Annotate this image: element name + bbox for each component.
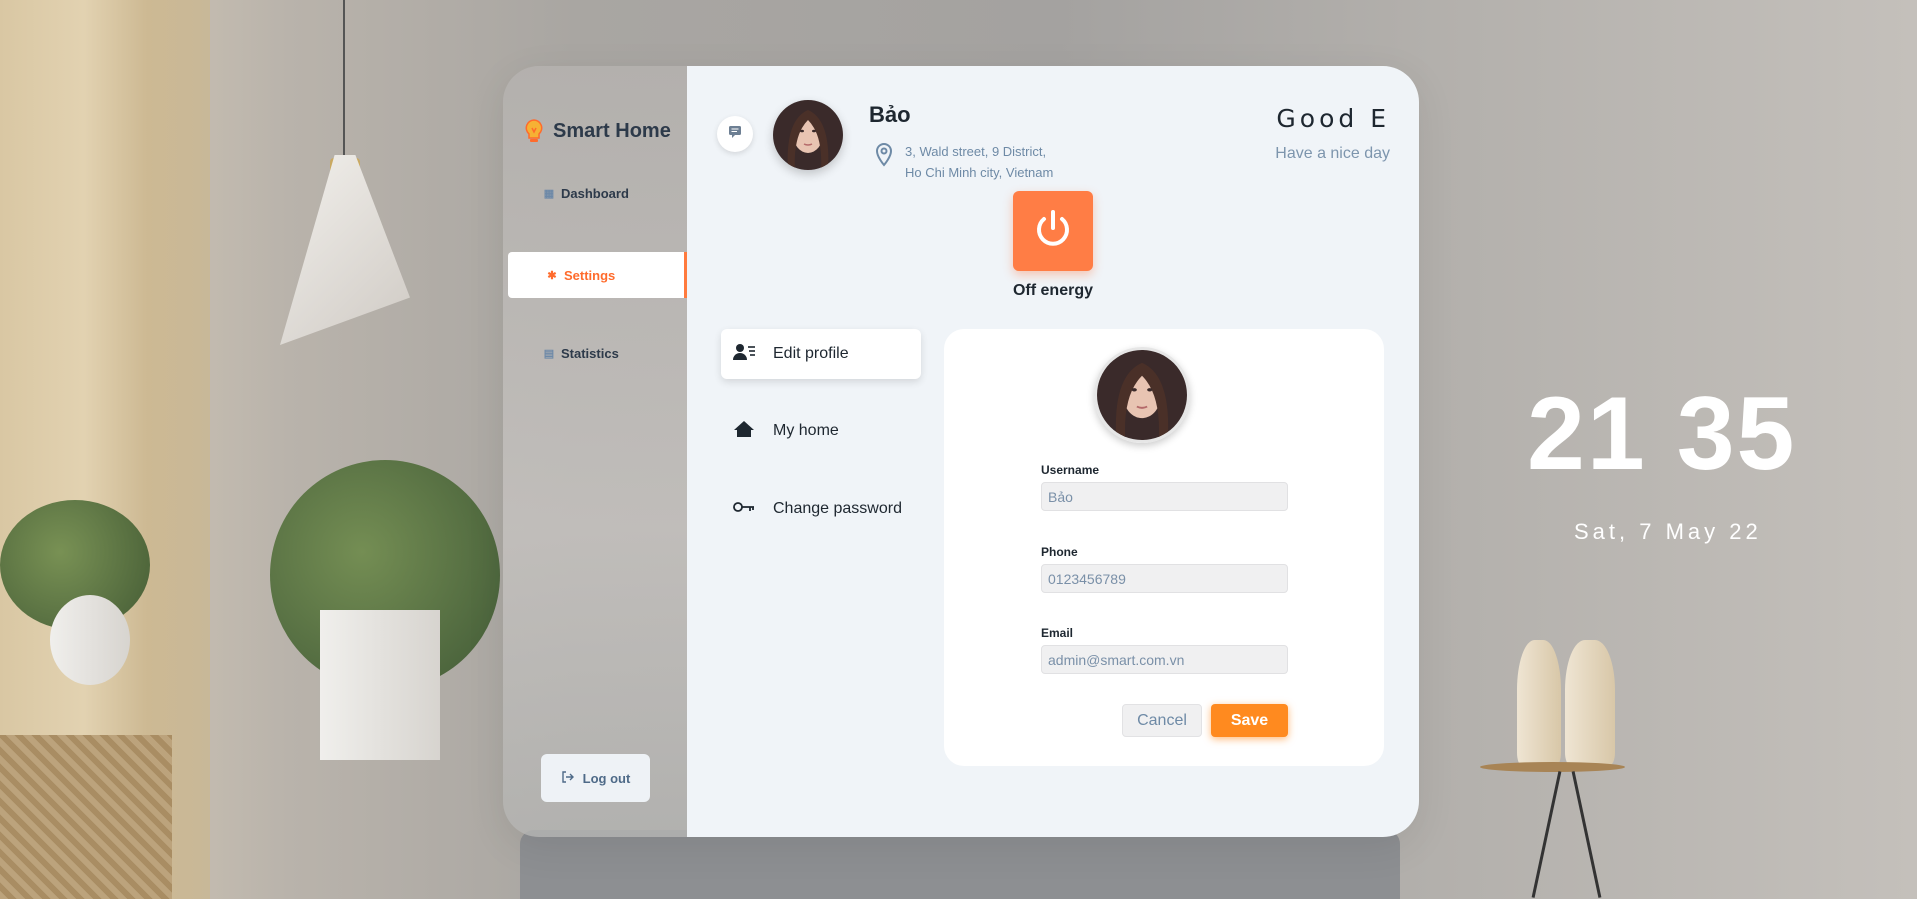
chat-icon (728, 125, 742, 144)
menu-item-label: Edit profile (773, 345, 849, 362)
user-name: Bảo (869, 102, 911, 127)
username-label: Username (1041, 463, 1100, 477)
logout-icon (561, 770, 575, 787)
background-vase-2 (1565, 640, 1615, 765)
username-field[interactable] (1041, 482, 1288, 511)
background-pot-center (320, 610, 440, 760)
grid-icon: ▦ (543, 188, 555, 200)
app-window: Smart Home ▦ Dashboard ✱ Settings ▤ Stat… (503, 66, 1419, 837)
background-table-leg (1531, 771, 1562, 898)
address-line: Ho Chi Minh city, Vietnam (905, 165, 1054, 180)
brand-name: Smart Home (553, 119, 671, 142)
bulb-icon (523, 118, 545, 144)
chart-icon: ▤ (543, 348, 555, 360)
background-sofa (520, 830, 1400, 899)
power-button[interactable] (1013, 191, 1093, 271)
sidebar: Smart Home ▦ Dashboard ✱ Settings ▤ Stat… (503, 66, 687, 837)
menu-change-password[interactable]: Change password (721, 484, 921, 534)
save-button[interactable]: Save (1211, 704, 1288, 737)
phone-field[interactable] (1041, 564, 1288, 593)
menu-item-label: Change password (773, 500, 902, 517)
gear-icon: ✱ (547, 269, 557, 282)
sidebar-item-settings[interactable]: ✱ Settings (508, 252, 687, 298)
chat-button[interactable] (717, 116, 753, 152)
menu-item-label: My home (773, 422, 839, 439)
background-table-leg (1571, 771, 1602, 898)
logout-label: Log out (582, 770, 631, 786)
background-lamp-cord (343, 0, 345, 160)
user-list-icon (733, 343, 755, 366)
background-basket (0, 735, 172, 899)
edit-profile-form: Username Phone Email Cancel Save (944, 329, 1384, 766)
brand[interactable]: Smart Home (523, 118, 671, 144)
sidebar-item-label: Settings (564, 267, 616, 283)
sidebar-item-label: Statistics (561, 346, 619, 361)
cancel-button[interactable]: Cancel (1122, 704, 1202, 737)
email-field[interactable] (1041, 645, 1288, 674)
clock-date: Sat, 7 May 22 (1574, 519, 1762, 544)
sidebar-item-dashboard[interactable]: ▦ Dashboard (543, 186, 629, 201)
home-icon (733, 420, 755, 443)
sidebar-item-statistics[interactable]: ▤ Statistics (543, 346, 619, 361)
avatar[interactable] (773, 100, 843, 170)
location-pin-icon (873, 142, 895, 173)
user-address: 3, Wald street, 9 District, Ho Chi Minh … (905, 141, 1085, 183)
clock-hours: 21 (1527, 376, 1647, 492)
email-label: Email (1041, 626, 1074, 640)
background-lamp (280, 155, 410, 345)
phone-label: Phone (1041, 545, 1078, 559)
background-vase-1 (1517, 640, 1561, 765)
key-icon (733, 500, 755, 519)
power-icon (1031, 207, 1075, 256)
greeting: Good E (1276, 104, 1390, 133)
profile-avatar[interactable] (1094, 347, 1190, 443)
logout-button[interactable]: Log out (541, 754, 650, 802)
clock-minutes: 35 (1676, 376, 1797, 492)
power-label: Off energy (1012, 282, 1093, 299)
menu-my-home[interactable]: My home (721, 406, 921, 456)
address-line: 3, Wald street, 9 District, (905, 144, 1047, 159)
greeting-subtitle: Have a nice day (1275, 145, 1390, 162)
main-content: Bảo 3, Wald street, 9 District, Ho Chi M… (687, 66, 1419, 837)
clock: 21 35 (1527, 375, 1796, 494)
menu-edit-profile[interactable]: Edit profile (721, 329, 921, 379)
background-pot-left (50, 595, 130, 685)
sidebar-item-label: Dashboard (561, 186, 629, 201)
background-side-table (1480, 762, 1625, 772)
